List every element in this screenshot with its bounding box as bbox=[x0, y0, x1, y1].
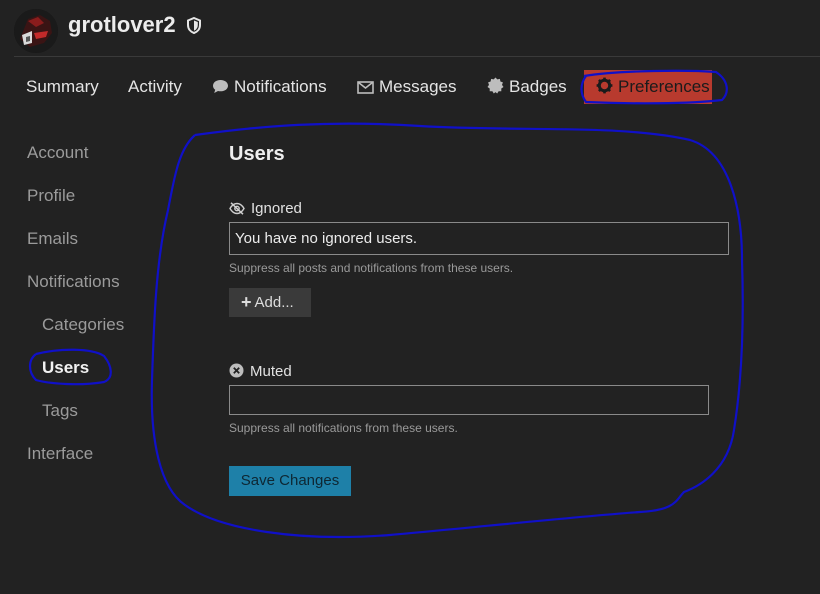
muted-label-text: Muted bbox=[250, 363, 292, 380]
tab-label: Notifications bbox=[234, 77, 327, 96]
ignored-label-text: Ignored bbox=[251, 200, 302, 217]
tab-label: Preferences bbox=[618, 77, 710, 96]
tab-label: Summary bbox=[26, 77, 99, 96]
plus-icon: + bbox=[241, 292, 252, 312]
sidebar-item-users[interactable]: Users bbox=[42, 358, 89, 378]
badge-icon bbox=[487, 72, 504, 106]
ignored-label: Ignored bbox=[229, 200, 302, 219]
ignored-users-value: You have no ignored users. bbox=[235, 230, 418, 247]
avatar[interactable] bbox=[14, 9, 58, 53]
sidebar-item-account[interactable]: Account bbox=[27, 143, 88, 163]
page-title: Users bbox=[229, 143, 285, 165]
eye-slash-icon bbox=[229, 202, 245, 219]
sidebar-item-categories[interactable]: Categories bbox=[42, 315, 124, 335]
username: grotlover2 bbox=[68, 12, 176, 37]
save-changes-button[interactable]: Save Changes bbox=[229, 466, 351, 496]
user-header: grotlover2 bbox=[0, 0, 820, 56]
user-preferences-page: grotlover2 Summary Activity Notification… bbox=[0, 0, 820, 594]
muted-label: Muted bbox=[229, 363, 292, 382]
ignored-users-field[interactable]: You have no ignored users. bbox=[229, 222, 729, 255]
tab-activity[interactable]: Activity bbox=[116, 70, 194, 104]
tab-label: Messages bbox=[379, 77, 457, 96]
tab-notifications[interactable]: Notifications bbox=[200, 70, 339, 104]
tab-summary[interactable]: Summary bbox=[14, 70, 111, 104]
add-ignored-user-button[interactable]: + Add... bbox=[229, 288, 311, 317]
sidebar-item-notifications[interactable]: Notifications bbox=[27, 272, 120, 292]
ignored-hint: Suppress all posts and notifications fro… bbox=[229, 261, 514, 275]
x-circle-icon bbox=[229, 363, 244, 382]
header-divider bbox=[14, 56, 820, 57]
add-button-label: Add... bbox=[254, 294, 294, 311]
shield-icon bbox=[187, 16, 201, 39]
muted-users-field[interactable] bbox=[229, 385, 709, 415]
speech-bubble-icon bbox=[212, 72, 229, 106]
muted-hint: Suppress all notifications from these us… bbox=[229, 421, 458, 435]
tab-label: Badges bbox=[509, 77, 567, 96]
tab-preferences[interactable]: Preferences bbox=[584, 70, 712, 104]
sidebar-item-tags[interactable]: Tags bbox=[42, 401, 78, 421]
tab-label: Activity bbox=[128, 77, 182, 96]
gear-icon bbox=[596, 72, 613, 106]
tab-messages[interactable]: Messages bbox=[345, 70, 468, 104]
sidebar-item-emails[interactable]: Emails bbox=[27, 229, 78, 249]
avatar-image bbox=[14, 9, 58, 53]
tab-badges[interactable]: Badges bbox=[475, 70, 579, 104]
sidebar-item-interface[interactable]: Interface bbox=[27, 444, 93, 464]
sidebar-item-profile[interactable]: Profile bbox=[27, 186, 75, 206]
envelope-icon bbox=[357, 72, 374, 106]
